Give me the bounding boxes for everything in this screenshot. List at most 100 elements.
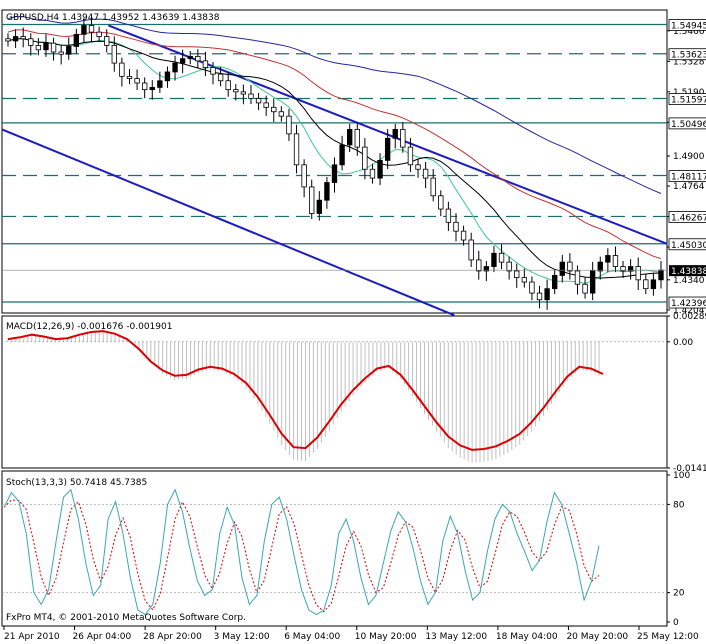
candle-body [309, 186, 315, 214]
price-panel: 1.54661.53281.51901.50521.49001.47641.46… [1, 9, 706, 317]
level-label: 1.50496 [671, 120, 706, 130]
candle-body [73, 33, 80, 47]
candle-body [233, 89, 239, 93]
candle-body [384, 137, 391, 161]
level-label: 1.51597 [671, 96, 706, 106]
candle-body [354, 129, 360, 148]
stochastic-panel: 100 80 20 0 Stoch(13,3,3) 50.7418 45.7385 FxP… [1, 470, 690, 628]
candle-body [149, 87, 155, 91]
candle-body [498, 252, 505, 263]
time-tick-label: 28 Apr 20:00 [143, 632, 202, 642]
time-axis: 21 Apr 2010 26 Apr 04:00 28 Apr 20:00 3 May… [3, 626, 699, 642]
candle-body [35, 44, 42, 51]
candle-body [369, 168, 376, 179]
time-tick-label: 21 Apr 2010 [4, 632, 60, 642]
candle-body [324, 182, 330, 201]
candle-body [536, 292, 543, 301]
candle-body [126, 75, 133, 79]
candle-body [225, 80, 231, 91]
candle-body [255, 98, 262, 104]
candle-body [643, 279, 649, 290]
candle-body [552, 275, 558, 290]
candle-body [377, 159, 383, 179]
candle-body [650, 279, 657, 290]
candle-body [293, 133, 300, 166]
candle-body [134, 78, 140, 84]
candle-body [202, 60, 209, 68]
candle-body [217, 73, 224, 82]
candle-body [407, 146, 414, 166]
level-label: 1.46267 [671, 213, 706, 223]
candle-body [43, 42, 49, 51]
candle-body [179, 58, 186, 64]
candle-body [658, 269, 664, 281]
candle-body [271, 106, 277, 113]
candle-body [430, 177, 436, 197]
stochastic-tick-label: 20 [673, 589, 685, 599]
candle-body [5, 38, 11, 42]
candle-body [157, 80, 163, 88]
candle-body [612, 255, 619, 267]
price-tick-label: 1.4764 [673, 182, 705, 192]
candle-body [248, 93, 254, 99]
candle-body [141, 82, 148, 91]
candle-body [172, 62, 178, 73]
candle-body [438, 195, 444, 210]
copyright-text: FxPro MT4, © 2001-2010 MetaQuotes Softwa… [6, 613, 246, 623]
candle-body [476, 259, 482, 272]
candle-body [20, 36, 26, 40]
stochastic-panel-title: Stoch(13,3,3) 50.7418 45.7385 [6, 478, 147, 488]
candle-body [453, 221, 459, 232]
candle-body [514, 270, 520, 279]
current-price-label: 1.43838 [671, 267, 706, 277]
candle-body [263, 102, 269, 108]
candle-body [422, 168, 429, 179]
stochastic-panel-frame [1, 470, 668, 627]
candle-body [559, 261, 565, 276]
candle-body [119, 62, 125, 77]
candle-body [187, 56, 193, 60]
moving-average-line [7, 29, 662, 260]
stochastic-main-line [3, 488, 600, 616]
candle-body [240, 91, 247, 95]
time-tick-label: 26 Apr 04:00 [73, 632, 132, 642]
level-label: 1.42396 [671, 299, 706, 309]
candle-body [392, 129, 398, 139]
candle-body [88, 25, 95, 33]
candle-body [347, 129, 353, 146]
candle-body [81, 25, 87, 35]
time-tick-label: 13 May 12:00 [425, 632, 487, 642]
candle-body [301, 164, 307, 188]
candle-body [589, 270, 596, 294]
level-label: 1.45030 [671, 241, 706, 251]
candle-body [58, 51, 64, 55]
candle-body [331, 164, 338, 183]
candle-body [164, 71, 171, 82]
time-tick-label: 6 May 04:00 [284, 632, 340, 642]
time-tick-label: 25 May 12:00 [637, 632, 699, 642]
price-tick-label: 1.4340 [673, 276, 705, 286]
candle-body [460, 230, 467, 241]
candle-body [544, 288, 550, 301]
candle-body [66, 46, 72, 55]
price-tick-label: 1.4900 [673, 152, 705, 162]
candle-body [210, 67, 216, 75]
stochastic-tick-label: 80 [673, 500, 685, 510]
time-tick-label: 18 May 04:00 [496, 632, 558, 642]
macd-panel-title: MACD(12,26,9) -0.001676 -0.001901 [6, 322, 172, 332]
candle-body [278, 111, 285, 117]
candle-body [111, 44, 117, 64]
candle-body [529, 281, 535, 294]
time-tick-label: 20 May 20:00 [566, 632, 628, 642]
macd-panel: 0.002890.00-0.01413MACD(12,26,9) -0.0016… [1, 312, 706, 474]
candle-body [339, 144, 345, 166]
stochastic-tick-label: 100 [673, 471, 690, 481]
macd-tick-label: 0.00289 [673, 312, 706, 322]
candle-body [521, 277, 528, 283]
level-label: 1.53623 [671, 51, 706, 61]
candle-body [400, 129, 406, 148]
candle-body [12, 36, 19, 42]
price-panel-title: GBPUSD,H4 1.43947 1.43952 1.43639 1.4383… [6, 13, 220, 23]
candle-body [104, 36, 110, 46]
candle-body [567, 261, 573, 272]
